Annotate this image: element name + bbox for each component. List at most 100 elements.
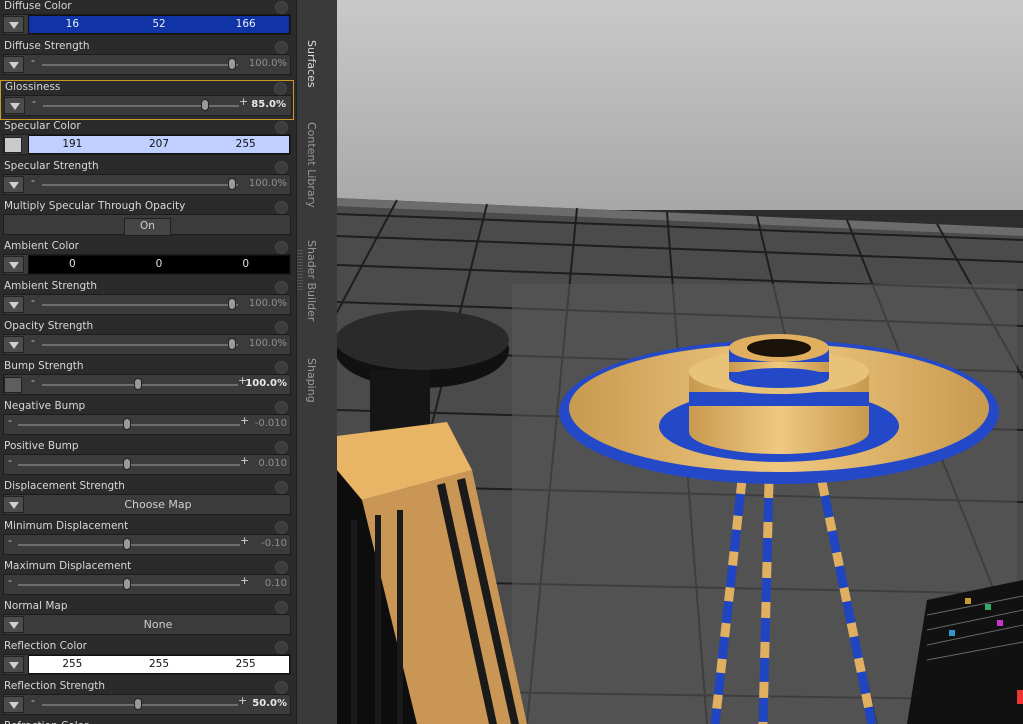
chevron-down-icon[interactable]	[3, 56, 24, 73]
chevron-down-icon[interactable]	[3, 16, 24, 33]
green-channel-value[interactable]: 207	[116, 136, 203, 153]
decrement-button[interactable]: -	[8, 414, 12, 427]
slider-track[interactable]	[42, 64, 238, 66]
gear-icon[interactable]	[275, 521, 288, 534]
property-value[interactable]: 0.10	[265, 578, 287, 589]
property-maximum-displacement[interactable]: Maximum Displacement - +0.10	[0, 560, 294, 600]
property-value[interactable]: 100.0%	[249, 58, 287, 69]
gear-icon[interactable]	[275, 121, 288, 134]
chevron-down-icon[interactable]	[3, 616, 24, 633]
slider-thumb[interactable]	[228, 178, 236, 190]
chevron-down-icon[interactable]	[3, 256, 24, 273]
green-channel-value[interactable]: 0	[116, 256, 203, 273]
decrement-button[interactable]: -	[31, 174, 35, 187]
increment-button[interactable]: +	[238, 694, 247, 707]
chevron-down-icon[interactable]	[3, 176, 24, 193]
color-value-field[interactable]: 255 255 255	[28, 655, 290, 674]
gear-icon[interactable]	[275, 481, 288, 494]
property-value[interactable]: -0.10	[261, 538, 287, 549]
property-value[interactable]: 100.0%	[249, 298, 287, 309]
decrement-button[interactable]: -	[31, 694, 35, 707]
slider-thumb[interactable]	[123, 458, 131, 470]
decrement-button[interactable]: -	[31, 294, 35, 307]
slider-thumb[interactable]	[200, 99, 209, 111]
chevron-down-icon[interactable]	[3, 496, 24, 513]
gear-icon[interactable]	[275, 401, 288, 414]
property-displacement-strength[interactable]: Displacement Strength Choose Map	[0, 480, 294, 520]
property-value[interactable]: 50.0%	[252, 698, 287, 709]
increment-button[interactable]: +	[240, 414, 249, 427]
decrement-button[interactable]: -	[8, 454, 12, 467]
gear-icon[interactable]	[275, 241, 288, 254]
chevron-down-icon[interactable]	[3, 336, 24, 353]
property-ambient-strength[interactable]: Ambient Strength - 100.0%	[0, 280, 294, 320]
gear-icon[interactable]	[275, 681, 288, 694]
property-specular-strength[interactable]: Specular Strength - 100.0%	[0, 160, 294, 200]
property-value[interactable]: 100.0%	[249, 178, 287, 189]
gear-icon[interactable]	[275, 281, 288, 294]
gear-icon[interactable]	[275, 41, 288, 54]
red-channel-value[interactable]: 16	[29, 16, 116, 33]
blue-channel-value[interactable]: 0	[202, 256, 289, 273]
property-positive-bump[interactable]: Positive Bump - +0.010	[0, 440, 294, 480]
property-glossiness[interactable]: Glossiness - +85.0%	[0, 80, 294, 120]
blue-channel-value[interactable]: 166	[202, 16, 289, 33]
gear-icon[interactable]	[275, 321, 288, 334]
decrement-button[interactable]: -	[32, 95, 36, 108]
slider-thumb[interactable]	[123, 538, 131, 550]
chevron-down-icon[interactable]	[3, 656, 24, 673]
red-channel-value[interactable]: 0	[29, 256, 116, 273]
tab-shaping[interactable]: Shaping	[305, 358, 318, 403]
gear-icon[interactable]	[275, 361, 288, 374]
red-channel-value[interactable]: 191	[29, 136, 116, 153]
color-value-field[interactable]: 191 207 255	[28, 135, 290, 154]
property-refraction-color[interactable]: Refraction Color	[0, 720, 294, 724]
blue-channel-value[interactable]: 255	[202, 656, 289, 673]
slider-track[interactable]	[43, 105, 239, 107]
slider-thumb[interactable]	[134, 378, 142, 390]
decrement-button[interactable]: -	[31, 374, 35, 387]
tab-shader-builder[interactable]: Shader Builder	[305, 240, 318, 321]
gear-icon[interactable]	[275, 601, 288, 614]
color-value-field[interactable]: 16 52 166	[28, 15, 290, 34]
increment-button[interactable]: +	[240, 534, 249, 547]
tab-surfaces[interactable]: Surfaces	[305, 40, 318, 88]
property-minimum-displacement[interactable]: Minimum Displacement - + -0.10	[0, 520, 294, 560]
slider-thumb[interactable]	[123, 418, 131, 430]
increment-button[interactable]: +	[240, 454, 249, 467]
decrement-button[interactable]: -	[31, 334, 35, 347]
toggle-button[interactable]: On	[124, 218, 171, 236]
slider-track[interactable]	[42, 304, 238, 306]
property-specular-color[interactable]: Specular Color 191 207 255	[0, 120, 294, 160]
gear-icon[interactable]	[275, 441, 288, 454]
map-selector[interactable]: None	[26, 615, 290, 634]
property-negative-bump[interactable]: Negative Bump - + -0.010	[0, 400, 294, 440]
property-diffuse-color[interactable]: Diffuse Color 16 52 166	[0, 0, 294, 40]
property-value[interactable]: 100.0%	[245, 378, 287, 389]
map-swatch[interactable]	[4, 137, 22, 153]
slider-track[interactable]	[42, 184, 238, 186]
chevron-down-icon[interactable]	[3, 296, 24, 313]
property-ambient-color[interactable]: Ambient Color 0 0 0	[0, 240, 294, 280]
red-channel-value[interactable]: 255	[29, 656, 116, 673]
decrement-button[interactable]: -	[31, 54, 35, 67]
slider-thumb[interactable]	[228, 298, 236, 310]
gear-icon[interactable]	[275, 561, 288, 574]
map-selector[interactable]: Choose Map	[26, 495, 290, 514]
blue-channel-value[interactable]: 255	[202, 136, 289, 153]
pane-resize-grip[interactable]	[297, 250, 303, 290]
property-value[interactable]: 85.0%	[251, 99, 286, 110]
gear-icon[interactable]	[274, 82, 287, 95]
green-channel-value[interactable]: 52	[116, 16, 203, 33]
gear-icon[interactable]	[275, 161, 288, 174]
slider-thumb[interactable]	[123, 578, 131, 590]
increment-button[interactable]: +	[240, 574, 249, 587]
slider-thumb[interactable]	[134, 698, 142, 710]
property-opacity-strength[interactable]: Opacity Strength - 100.0%	[0, 320, 294, 360]
property-reflection-strength[interactable]: Reflection Strength - +50.0%	[0, 680, 294, 720]
property-bump-strength[interactable]: Bump Strength - +100.0%	[0, 360, 294, 400]
chevron-down-icon[interactable]	[3, 696, 24, 713]
3d-viewport[interactable]	[337, 0, 1023, 724]
map-swatch[interactable]	[4, 377, 22, 393]
gear-icon[interactable]	[275, 1, 288, 14]
